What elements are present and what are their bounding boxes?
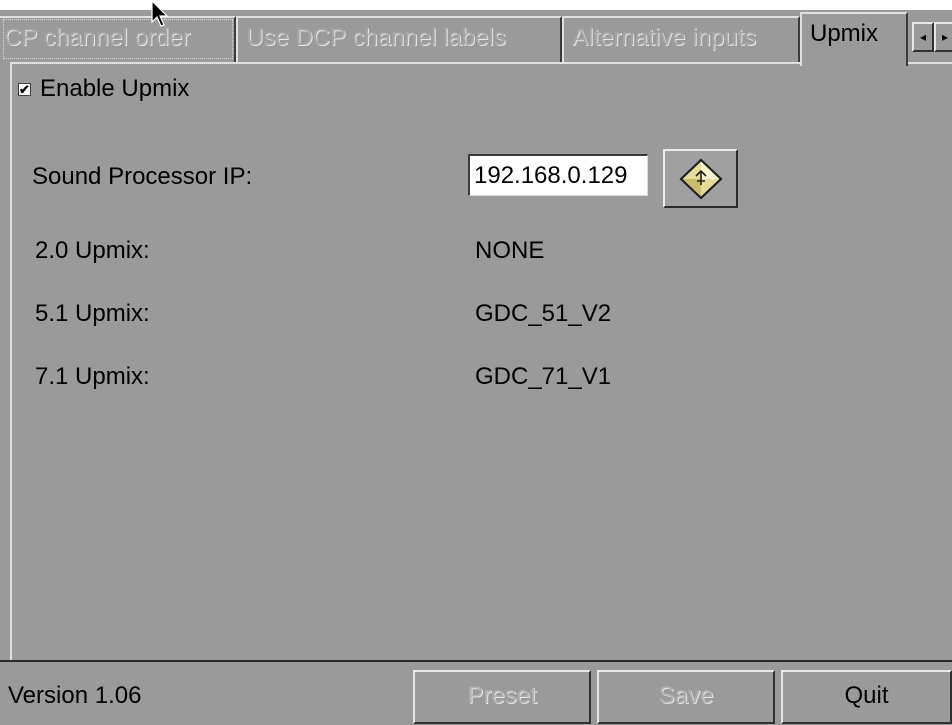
upmix-2-0-label: 2.0 Upmix: [35, 237, 150, 264]
save-button[interactable]: Save [597, 670, 775, 724]
enable-upmix-label: Enable Upmix [40, 75, 190, 102]
enable-upmix-checkbox[interactable]: ✔ [18, 82, 31, 96]
tab-upmix[interactable]: Upmix [800, 12, 908, 66]
version-label: Version 1.06 [8, 682, 142, 709]
sound-processor-ip-label: Sound Processor IP: [32, 163, 253, 190]
upmix-5-1-label: 5.1 Upmix: [35, 300, 150, 327]
tab-scroll-right-button[interactable]: ▸ [934, 22, 952, 52]
bottom-bar: Version 1.06 Preset Save Quit [0, 660, 952, 725]
upmix-7-1-label: 7.1 Upmix: [35, 363, 150, 390]
app-window: CP channel order Use DCP channel labels … [0, 10, 952, 725]
tab-use-dcp-channel-labels[interactable]: Use DCP channel labels [236, 16, 562, 62]
tab-cp-channel-order[interactable]: CP channel order [0, 16, 236, 62]
tab-strip: CP channel order Use DCP channel labels … [0, 10, 952, 66]
upmix-page: ✔ Enable Upmix Sound Processor IP: 2.0 U… [10, 62, 952, 660]
upmix-5-1-value: GDC_51_V2 [475, 300, 612, 327]
tab-alternative-inputs[interactable]: Alternative inputs [562, 16, 800, 62]
apply-ip-button[interactable] [663, 149, 738, 208]
quit-button[interactable]: Quit [781, 670, 952, 724]
upmix-2-0-value: NONE [475, 237, 545, 264]
mouse-cursor-icon [151, 0, 169, 27]
tab-scroll-left-button[interactable]: ◂ [912, 22, 934, 52]
arrow-diamond-icon [679, 158, 722, 199]
enable-upmix-row[interactable]: ✔ Enable Upmix [14, 72, 189, 106]
upmix-7-1-value: GDC_71_V1 [475, 363, 612, 390]
preset-button[interactable]: Preset [413, 670, 591, 724]
sound-processor-ip-input[interactable] [468, 154, 648, 196]
